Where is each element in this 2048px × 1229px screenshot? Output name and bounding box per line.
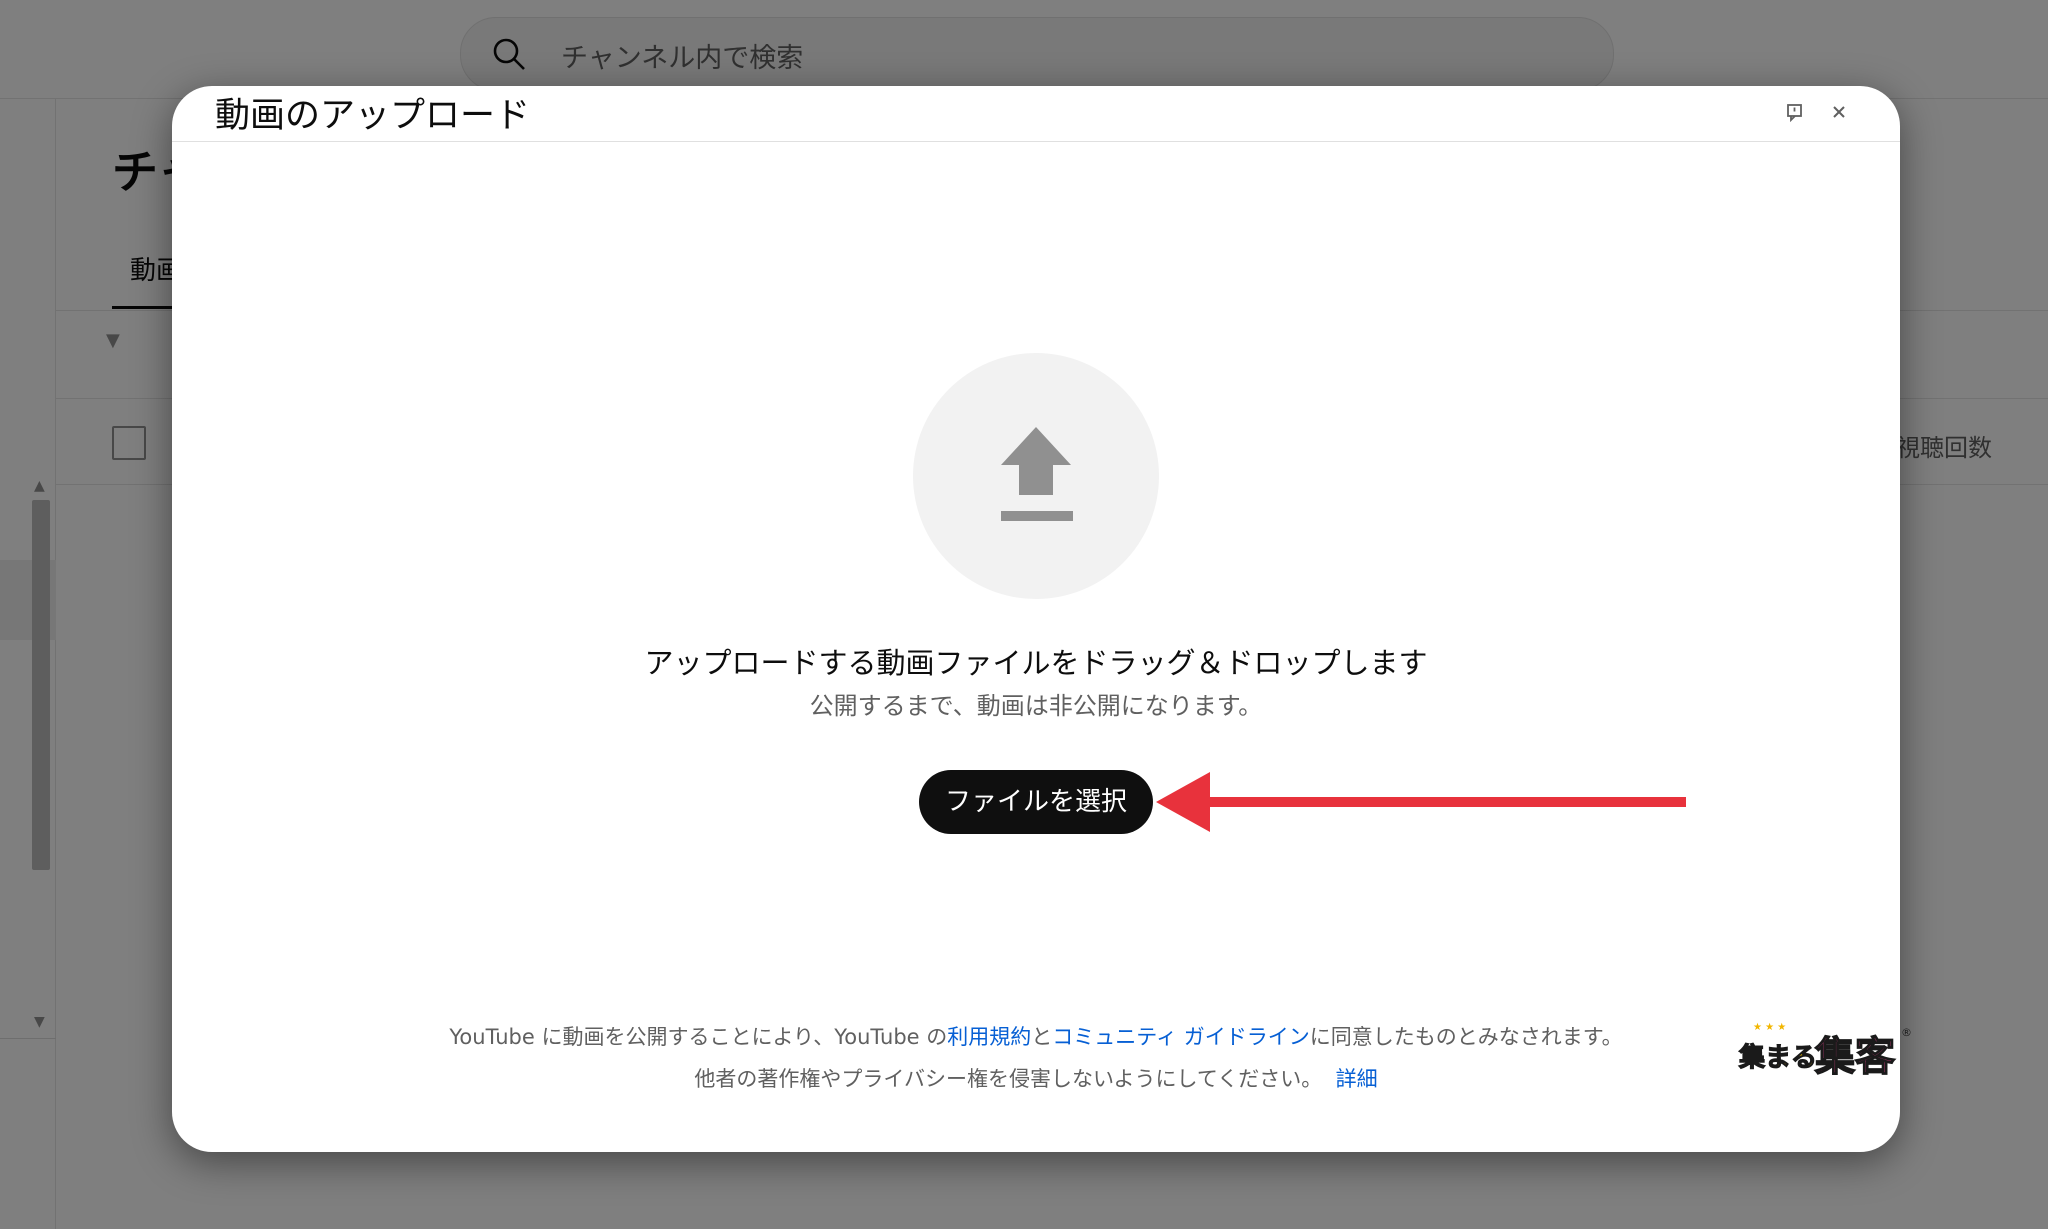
details-link[interactable]: 詳細 <box>1336 1067 1378 1091</box>
dialog-header-divider <box>172 141 1900 142</box>
upload-icon <box>1001 427 1073 521</box>
svg-text:集まる: 集まる <box>1738 1042 1817 1073</box>
drop-instruction: アップロードする動画ファイルをドラッグ＆ドロップします <box>644 646 1428 680</box>
terms-prefix: YouTube に動画を公開することにより、YouTube の <box>449 1025 948 1049</box>
svg-text:★ ★ ★: ★ ★ ★ <box>1753 1022 1786 1033</box>
select-file-button[interactable]: ファイルを選択 <box>919 770 1153 834</box>
community-guidelines-link[interactable]: コミュニティ ガイドライン <box>1052 1025 1309 1049</box>
feedback-icon[interactable] <box>1785 102 1805 123</box>
terms-of-service-link[interactable]: 利用規約 <box>947 1025 1031 1049</box>
svg-text:®: ® <box>1901 1026 1912 1039</box>
copyright-notice: 他者の著作権やプライバシー権を侵害しないようにしてください。 詳細 <box>172 1064 1900 1094</box>
drop-subtext: 公開するまで、動画は非公開になります。 <box>809 692 1263 720</box>
watermark-logo: ★ ★ ★ 集まる 集客 ® <box>1737 1022 1912 1078</box>
terms-suffix: に同意したものとみなされます。 <box>1309 1025 1623 1049</box>
upload-drop-zone[interactable] <box>913 353 1159 599</box>
terms-and: と <box>1031 1025 1053 1049</box>
dialog-title: 動画のアップロード <box>215 96 531 136</box>
arrow-annotation <box>1156 772 1686 832</box>
upload-dialog: 動画のアップロード アップロードする動画ファイルをドラッグ＆ドロップします 公開… <box>172 86 1900 1152</box>
copyright-text: 他者の著作権やプライバシー権を侵害しないようにしてください。 <box>694 1067 1323 1091</box>
close-icon[interactable] <box>1827 100 1851 124</box>
terms-notice: YouTube に動画を公開することにより、YouTube の利用規約とコミュニ… <box>172 1022 1900 1052</box>
svg-text:集客: 集客 <box>1814 1034 1895 1078</box>
